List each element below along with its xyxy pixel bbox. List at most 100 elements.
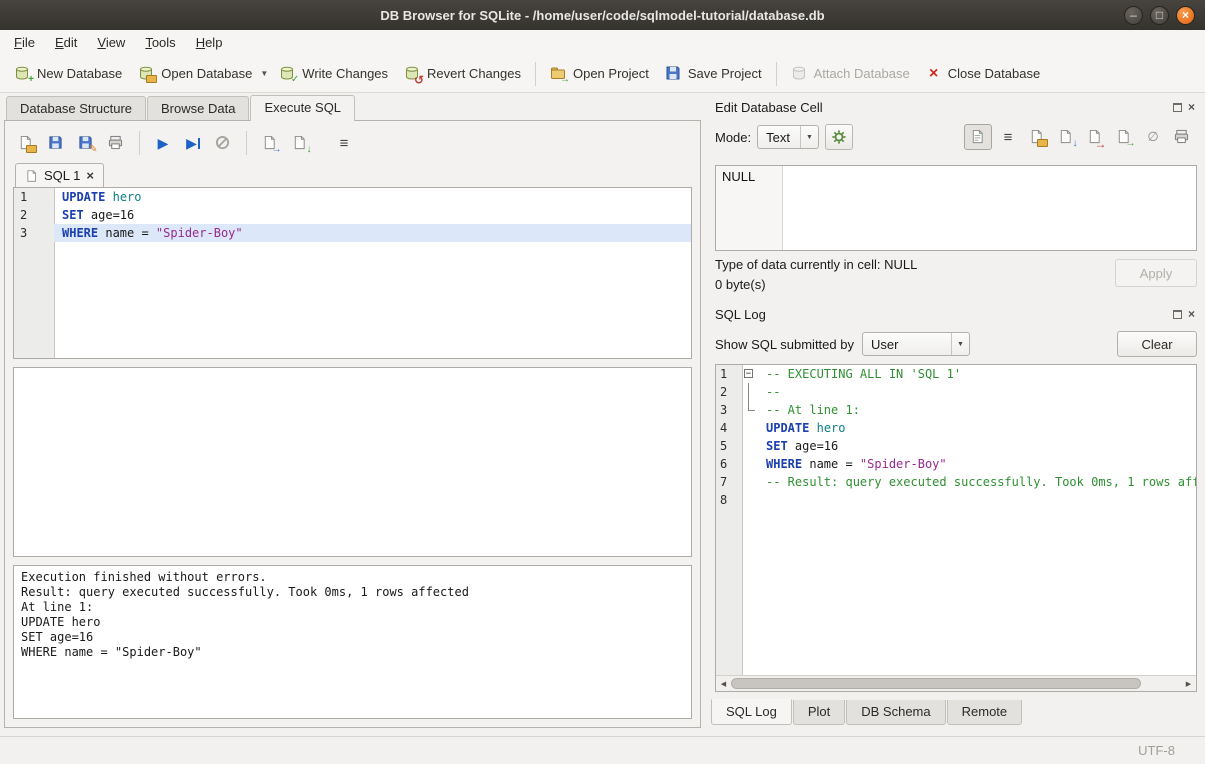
tab-plot[interactable]: Plot bbox=[793, 700, 845, 725]
fold-marker[interactable]: − bbox=[742, 365, 758, 383]
open-database-button[interactable]: Open Database bbox=[130, 60, 260, 87]
fold-spacer bbox=[742, 419, 758, 437]
stop-execution-button[interactable] bbox=[210, 131, 236, 155]
execute-sql-pane: ✎ ▶ ▶ bbox=[4, 120, 701, 728]
tab-remote[interactable]: Remote bbox=[947, 700, 1023, 725]
maximize-icon: □ bbox=[1156, 8, 1163, 22]
open-database-dropdown[interactable]: ▼ bbox=[257, 63, 271, 84]
menu-tools[interactable]: Tools bbox=[135, 32, 185, 53]
code-line[interactable]: 1UPDATE hero bbox=[14, 188, 691, 206]
open-sql-file-button[interactable] bbox=[13, 131, 39, 155]
export-csv-button[interactable]: → bbox=[257, 131, 283, 155]
format-sql-button[interactable]: ≡ bbox=[331, 131, 357, 155]
export-csv-icon: → bbox=[262, 135, 279, 152]
code-line[interactable]: 4UPDATE hero bbox=[716, 419, 1196, 437]
close-database-icon: × bbox=[926, 66, 942, 82]
code-line[interactable]: 6WHERE name = "Spider-Boy" bbox=[716, 455, 1196, 473]
folder-badge-icon bbox=[1037, 139, 1048, 147]
sql-file-icon bbox=[25, 169, 38, 183]
code-line[interactable]: 3-- At line 1: bbox=[716, 401, 1196, 419]
scroll-left-icon[interactable]: ◀ bbox=[716, 676, 731, 691]
code-line[interactable]: 1−-- EXECUTING ALL IN 'SQL 1' bbox=[716, 365, 1196, 383]
open-project-icon: → bbox=[550, 65, 567, 82]
scrollbar-thumb[interactable] bbox=[731, 678, 1141, 689]
float-panel-icon[interactable] bbox=[1173, 103, 1182, 112]
import-data-button[interactable]: → bbox=[1082, 125, 1108, 149]
close-panel-icon[interactable]: × bbox=[1188, 102, 1195, 112]
tab-db-schema[interactable]: DB Schema bbox=[846, 700, 945, 725]
sql-tab-bar: SQL 1 × bbox=[13, 161, 692, 187]
save-as-view-button[interactable]: ↓ bbox=[287, 131, 313, 155]
open-data-button[interactable] bbox=[1024, 125, 1050, 149]
results-pane[interactable] bbox=[13, 367, 692, 557]
text-mode-icon bbox=[970, 129, 987, 146]
code-line[interactable]: 8 bbox=[716, 491, 1196, 509]
sql-log-lines: 1−-- EXECUTING ALL IN 'SQL 1'2--3-- At l… bbox=[716, 365, 1196, 509]
close-database-button[interactable]: × Close Database bbox=[918, 61, 1049, 87]
export-data-button[interactable]: → bbox=[1111, 125, 1137, 149]
stop-icon bbox=[215, 135, 232, 152]
execute-current-line-button[interactable]: ▶ bbox=[180, 131, 206, 155]
panel-splitter[interactable] bbox=[701, 93, 709, 728]
minimize-button[interactable]: – bbox=[1124, 6, 1143, 25]
apply-button[interactable]: Apply bbox=[1115, 259, 1197, 287]
float-panel-icon[interactable] bbox=[1173, 310, 1182, 319]
save-project-button[interactable]: Save Project bbox=[657, 60, 770, 87]
new-database-button[interactable]: + New Database bbox=[6, 60, 130, 87]
sql-tab-close-icon[interactable]: × bbox=[86, 170, 94, 182]
write-changes-button[interactable]: ✓ Write Changes bbox=[271, 60, 396, 87]
revert-changes-icon: ↺ bbox=[404, 65, 421, 82]
save-data-button[interactable]: ↓ bbox=[1053, 125, 1079, 149]
text-mode-button[interactable] bbox=[964, 124, 992, 150]
encoding-indicator[interactable]: UTF-8 bbox=[1138, 743, 1175, 758]
cell-editor[interactable]: NULL bbox=[715, 165, 1197, 251]
code-line[interactable]: 7-- Result: query executed successfully.… bbox=[716, 473, 1196, 491]
right-panel: Edit Database Cell × Mode: Text ▼ bbox=[709, 93, 1201, 728]
code-line[interactable]: 2-- bbox=[716, 383, 1196, 401]
mode-select[interactable]: Text ▼ bbox=[757, 125, 819, 149]
tab-browse-data[interactable]: Browse Data bbox=[147, 96, 249, 120]
sql-log-filter-row: Show SQL submitted by User ▼ Clear bbox=[715, 330, 1197, 358]
execute-all-icon: ▶ bbox=[158, 136, 169, 150]
word-wrap-button[interactable]: ≡ bbox=[995, 125, 1021, 149]
menu-view[interactable]: View bbox=[87, 32, 135, 53]
execute-all-button[interactable]: ▶ bbox=[150, 131, 176, 155]
scroll-right-icon[interactable]: ▶ bbox=[1181, 676, 1196, 691]
set-null-button[interactable]: ∅ bbox=[1140, 125, 1166, 149]
menu-help[interactable]: Help bbox=[186, 32, 233, 53]
print-sql-button[interactable] bbox=[103, 131, 129, 155]
execution-log[interactable]: Execution finished without errors. Resul… bbox=[13, 565, 692, 719]
close-button[interactable]: × bbox=[1176, 6, 1195, 25]
code-line[interactable]: 2SET age=16 bbox=[14, 206, 691, 224]
code-text: -- bbox=[758, 383, 1196, 401]
save-sql-as-button[interactable]: ✎ bbox=[73, 131, 99, 155]
maximize-button[interactable]: □ bbox=[1150, 6, 1169, 25]
print-cell-button[interactable] bbox=[1169, 125, 1195, 149]
submitted-by-value: User bbox=[871, 337, 951, 352]
attach-database-button[interactable]: Attach Database bbox=[783, 60, 918, 87]
sql-editor[interactable]: 1UPDATE hero2SET age=163WHERE name = "Sp… bbox=[13, 187, 692, 359]
open-project-button[interactable]: → Open Project bbox=[542, 60, 657, 87]
horizontal-scrollbar[interactable]: ◀ ▶ bbox=[716, 675, 1196, 691]
tab-database-structure[interactable]: Database Structure bbox=[6, 96, 146, 120]
save-sql-file-button[interactable] bbox=[43, 131, 69, 155]
window-controls: – □ × bbox=[1124, 6, 1205, 25]
code-line[interactable]: 3WHERE name = "Spider-Boy" bbox=[14, 224, 691, 242]
sql-tab[interactable]: SQL 1 × bbox=[15, 163, 104, 187]
code-text: -- Result: query executed successfully. … bbox=[758, 473, 1196, 491]
close-panel-icon[interactable]: × bbox=[1188, 309, 1195, 319]
sql-log-editor[interactable]: 1−-- EXECUTING ALL IN 'SQL 1'2--3-- At l… bbox=[716, 365, 1196, 675]
auto-switch-mode-button[interactable] bbox=[825, 124, 853, 150]
submitted-by-select[interactable]: User ▼ bbox=[862, 332, 970, 356]
code-line[interactable]: 5SET age=16 bbox=[716, 437, 1196, 455]
tab-sql-log[interactable]: SQL Log bbox=[711, 699, 792, 725]
code-text: -- EXECUTING ALL IN 'SQL 1' bbox=[758, 365, 1196, 383]
fold-spacer bbox=[742, 455, 758, 473]
window-title: DB Browser for SQLite - /home/user/code/… bbox=[0, 8, 1205, 23]
tab-execute-sql[interactable]: Execute SQL bbox=[250, 95, 355, 121]
menu-edit[interactable]: Edit bbox=[45, 32, 87, 53]
menu-file[interactable]: File bbox=[4, 32, 45, 53]
revert-changes-button[interactable]: ↺ Revert Changes bbox=[396, 60, 529, 87]
clear-log-button[interactable]: Clear bbox=[1117, 331, 1197, 357]
cell-value: NULL bbox=[722, 169, 755, 184]
